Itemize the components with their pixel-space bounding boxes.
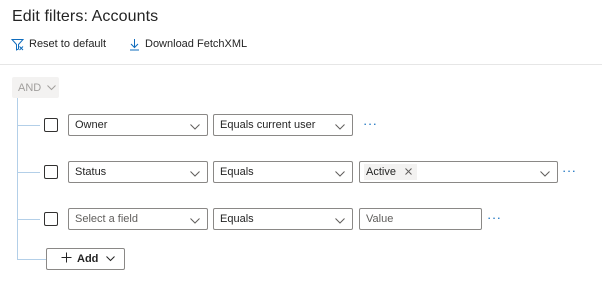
group-operator-label: AND [18, 81, 42, 94]
reset-to-default-button[interactable]: Reset to default [11, 36, 106, 52]
chevron-down-icon [190, 121, 200, 133]
close-icon[interactable] [405, 166, 412, 178]
row-2-operator-dropdown[interactable]: Equals [213, 161, 353, 183]
download-icon [129, 38, 145, 51]
row-1-field-dropdown[interactable]: Owner [68, 114, 208, 136]
row-3-value-placeholder: Value [366, 213, 394, 225]
row-3-value-input[interactable]: Value [359, 208, 482, 230]
row-1-field-value: Owner [75, 119, 108, 131]
chevron-down-icon [41, 82, 57, 94]
download-fetchxml-button[interactable]: Download FetchXML [129, 36, 247, 52]
tree-connector-row-3 [17, 219, 40, 220]
add-button-label: Add [77, 253, 99, 265]
reset-to-default-label: Reset to default [29, 38, 107, 50]
chevron-down-icon [190, 168, 200, 180]
tree-connector-vertical [17, 98, 18, 259]
group-operator-dropdown[interactable]: AND [12, 77, 59, 98]
add-button[interactable]: Add [46, 248, 125, 270]
tree-connector-row-2 [17, 172, 40, 173]
row-2-field-value: Status [75, 166, 107, 178]
row-2-value-multiselect[interactable]: Active [359, 161, 558, 183]
chevron-down-icon [540, 168, 550, 180]
row-3-more-icon[interactable]: ··· [487, 211, 502, 224]
value-tag: Active [364, 164, 417, 180]
row-2-field-dropdown[interactable]: Status [68, 161, 208, 183]
row-2-operator-value: Equals [220, 166, 254, 178]
row-1-operator-value: Equals current user [220, 119, 316, 131]
value-tag-label: Active [366, 166, 396, 178]
row-1-operator-dropdown[interactable]: Equals current user [213, 114, 353, 136]
row-1-checkbox[interactable] [44, 118, 58, 132]
filter-reset-icon [11, 38, 29, 51]
chevron-down-icon [335, 215, 345, 227]
row-3-operator-value: Equals [220, 213, 254, 225]
dialog-title: Edit filters: Accounts [12, 8, 159, 25]
row-3-operator-dropdown[interactable]: Equals [213, 208, 353, 230]
row-1-more-icon[interactable]: ··· [363, 117, 378, 130]
plus-icon [61, 252, 72, 266]
tree-connector-row-1 [17, 125, 40, 126]
chevron-down-icon [335, 168, 345, 180]
download-fetchxml-label: Download FetchXML [145, 38, 248, 50]
chevron-down-icon [106, 253, 116, 265]
header-divider [0, 64, 602, 65]
chevron-down-icon [190, 215, 200, 227]
row-2-checkbox[interactable] [44, 165, 58, 179]
row-3-field-dropdown[interactable]: Select a field [68, 208, 208, 230]
row-2-more-icon[interactable]: ··· [562, 164, 577, 177]
row-3-field-placeholder: Select a field [75, 213, 138, 225]
row-3-checkbox[interactable] [44, 212, 58, 226]
chevron-down-icon [335, 121, 345, 133]
tree-connector-add [17, 259, 46, 260]
